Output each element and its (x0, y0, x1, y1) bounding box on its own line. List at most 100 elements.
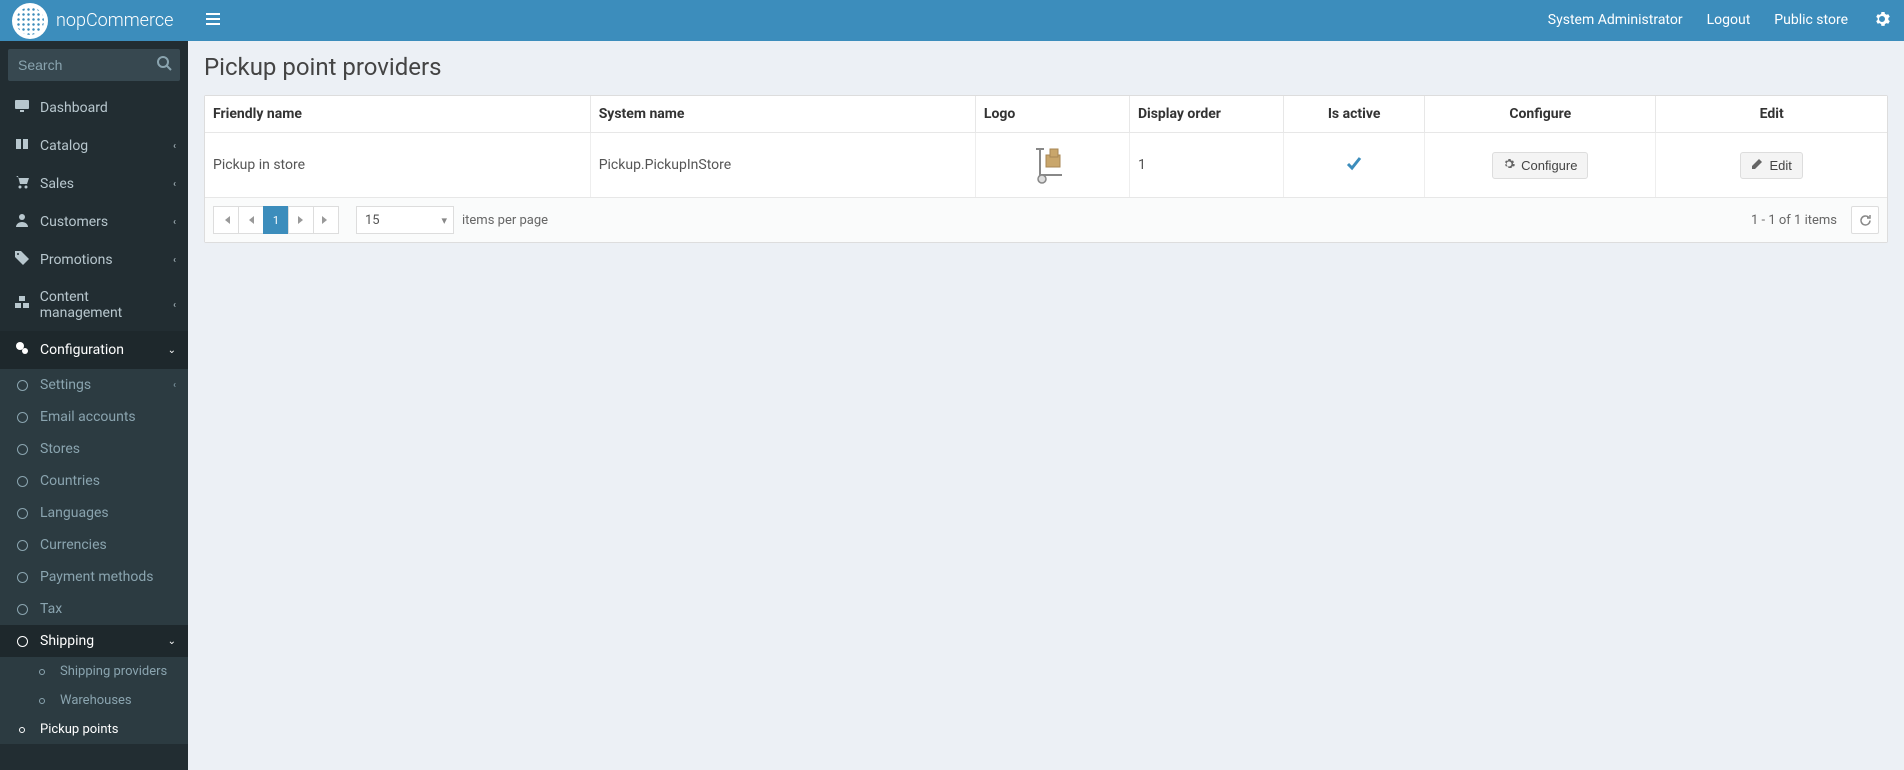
nav-label: Sales (40, 176, 74, 192)
ring-icon (17, 476, 28, 487)
ring-icon (17, 540, 28, 551)
cell-friendly-name: Pickup in store (205, 133, 590, 198)
monitor-icon (12, 99, 32, 117)
circle-icon (39, 669, 45, 675)
gear-icon (1503, 158, 1515, 173)
nav-customers[interactable]: Customers ‹ (0, 203, 188, 241)
pager-first-button[interactable] (213, 206, 239, 234)
nav-catalog[interactable]: Catalog ‹ (0, 127, 188, 165)
subsub-warehouses[interactable]: Warehouses (0, 686, 188, 715)
ring-icon (17, 412, 28, 423)
circle-icon (39, 698, 45, 704)
brand-text: nopCommerce (56, 10, 173, 31)
nav-label: Dashboard (40, 100, 108, 116)
sidebar: Dashboard Catalog ‹ Sales ‹ Customers ‹ … (0, 41, 188, 770)
pager-page-button[interactable]: 1 (263, 206, 289, 234)
tag-icon (12, 251, 32, 269)
pager-next-button[interactable] (288, 206, 314, 234)
user-icon (12, 213, 32, 231)
th-system-name: System name (590, 96, 975, 133)
ring-icon (17, 636, 28, 647)
nav-label: Warehouses (60, 693, 132, 708)
ring-icon (17, 508, 28, 519)
subnav-email-accounts[interactable]: Email accounts (0, 401, 188, 433)
cell-configure: Configure (1425, 133, 1656, 198)
cell-display-order: 1 (1129, 133, 1283, 198)
nav-label: Settings (40, 377, 91, 393)
nav-label: Payment methods (40, 569, 153, 585)
brand-logo[interactable]: nopCommerce (0, 0, 188, 41)
search-input[interactable] (8, 49, 180, 81)
nav-label: Catalog (40, 138, 88, 154)
per-page-value: 15 (365, 213, 380, 228)
edit-button[interactable]: Edit (1740, 152, 1802, 179)
settings-gear-icon[interactable] (1860, 11, 1904, 31)
subnav-payment-methods[interactable]: Payment methods (0, 561, 188, 593)
pager-last-button[interactable] (313, 206, 339, 234)
circle-icon (19, 727, 25, 733)
nav-configuration[interactable]: Configuration ⌄ (0, 331, 188, 369)
book-icon (12, 137, 32, 155)
subnav-shipping[interactable]: Shipping ⌄ (0, 625, 188, 657)
configure-button[interactable]: Configure (1492, 152, 1588, 179)
sidebar-toggle-icon[interactable] (200, 6, 226, 36)
top-header: nopCommerce System Administrator Logout … (0, 0, 1904, 41)
th-display-order: Display order (1129, 96, 1283, 133)
nav-label: Email accounts (40, 409, 136, 425)
nav-label: Languages (40, 505, 109, 521)
th-configure: Configure (1425, 96, 1656, 133)
chevron-down-icon: ⌄ (168, 636, 176, 647)
table-row: Pickup in store Pickup.PickupInStore 1 (205, 133, 1887, 198)
subnav-stores[interactable]: Stores (0, 433, 188, 465)
public-store-link[interactable]: Public store (1762, 0, 1860, 41)
nav-label: Stores (40, 441, 80, 457)
nav-content-management[interactable]: Content management ‹ (0, 279, 188, 331)
chevron-left-icon: ‹ (173, 300, 176, 311)
nav-label: Currencies (40, 537, 107, 553)
table-panel: Friendly name System name Logo Display o… (204, 95, 1888, 243)
subsub-pickup-points[interactable]: Pickup points (0, 715, 188, 744)
chevron-left-icon: ‹ (173, 255, 176, 266)
ring-icon (17, 572, 28, 583)
th-is-active: Is active (1284, 96, 1425, 133)
chevron-left-icon: ‹ (173, 179, 176, 190)
nav-label: Tax (40, 601, 62, 617)
cell-logo (975, 133, 1129, 198)
th-logo: Logo (975, 96, 1129, 133)
nav-label: Content management (40, 289, 173, 321)
refresh-button[interactable] (1851, 206, 1879, 234)
nav-label: Shipping providers (60, 664, 167, 679)
ring-icon (17, 444, 28, 455)
check-icon (1346, 156, 1362, 175)
handtruck-icon (1032, 145, 1072, 185)
gears-icon (12, 341, 32, 359)
cell-edit: Edit (1656, 133, 1887, 198)
subnav-currencies[interactable]: Currencies (0, 529, 188, 561)
subnav-countries[interactable]: Countries (0, 465, 188, 497)
pager-info-text: 1 - 1 of 1 items (1751, 213, 1837, 228)
subsub-shipping-providers[interactable]: Shipping providers (0, 657, 188, 686)
subnav-languages[interactable]: Languages (0, 497, 188, 529)
nav-label: Shipping (40, 633, 94, 649)
sysadmin-link[interactable]: System Administrator (1536, 0, 1695, 41)
nav-label: Configuration (40, 342, 124, 358)
nav-promotions[interactable]: Promotions ‹ (0, 241, 188, 279)
pager: 1 15 items per page 1 - 1 of 1 items (205, 197, 1887, 242)
page-title: Pickup point providers (204, 53, 1888, 81)
pencil-icon (1751, 158, 1763, 173)
logo-icon (12, 3, 48, 39)
nav-label: Countries (40, 473, 100, 489)
nav-sales[interactable]: Sales ‹ (0, 165, 188, 203)
logout-link[interactable]: Logout (1695, 0, 1763, 41)
nav-label: Pickup points (40, 722, 118, 737)
per-page-label: items per page (462, 213, 548, 228)
th-friendly-name: Friendly name (205, 96, 590, 133)
chevron-left-icon: ‹ (173, 141, 176, 152)
btn-label: Edit (1769, 158, 1791, 173)
subnav-settings[interactable]: Settings ‹ (0, 369, 188, 401)
subnav-tax[interactable]: Tax (0, 593, 188, 625)
search-icon[interactable] (156, 55, 172, 75)
per-page-select[interactable]: 15 (356, 206, 454, 234)
pager-prev-button[interactable] (238, 206, 264, 234)
nav-dashboard[interactable]: Dashboard (0, 89, 188, 127)
